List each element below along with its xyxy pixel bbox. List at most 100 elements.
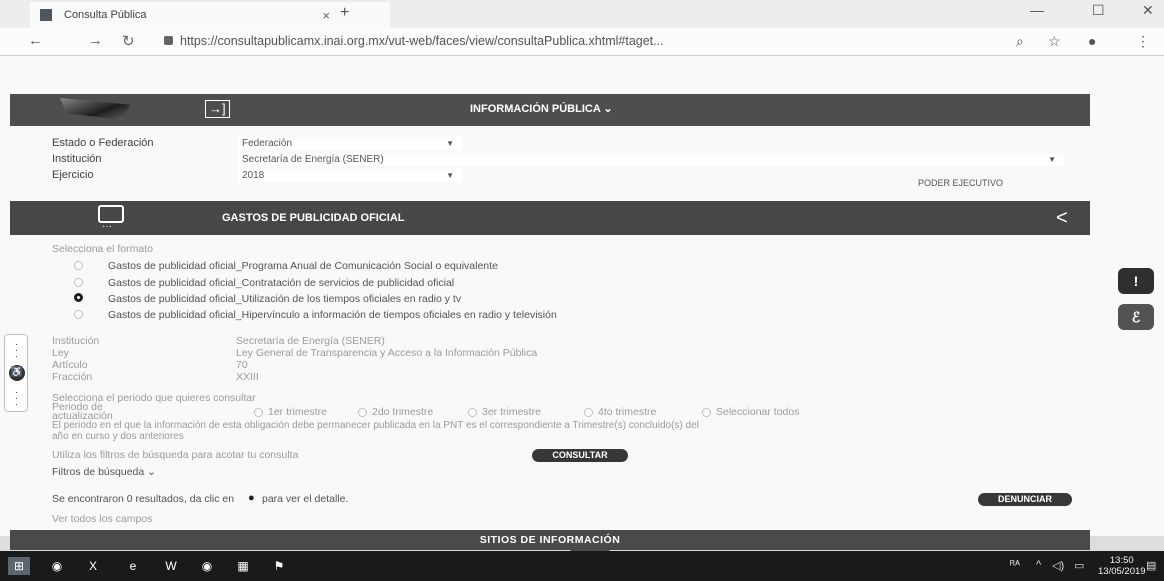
calculator-app-icon[interactable]: ▦ bbox=[232, 557, 254, 575]
acrobat-app-icon[interactable]: ⚑ bbox=[268, 557, 290, 575]
busqueda-hint: Utiliza los filtros de búsqueda para aco… bbox=[52, 449, 299, 461]
browser-tab[interactable]: Consulta Pública × bbox=[30, 2, 390, 28]
ejercicio-select-value: 2018 bbox=[242, 170, 265, 181]
address-bar: ← → ↻ https://consultapublicamx.inai.org… bbox=[0, 28, 1164, 56]
institucion-select[interactable]: Secretaría de Energía (SENER) ▼ bbox=[238, 153, 1064, 166]
formato-radio-3[interactable] bbox=[74, 293, 83, 302]
estado-select-value: Federación bbox=[242, 138, 293, 149]
det-ley-label: Ley bbox=[52, 347, 69, 359]
word-app-icon[interactable]: W bbox=[160, 557, 182, 575]
chrome-app-icon-2[interactable]: ◉ bbox=[196, 557, 218, 575]
caret-down-icon: ▼ bbox=[446, 139, 454, 148]
periodo-radio-1[interactable] bbox=[254, 408, 263, 417]
det-fraccion-label: Fracción bbox=[52, 371, 93, 383]
dots-icon: · · · bbox=[15, 339, 18, 361]
det-fraccion-value: XXIII bbox=[236, 371, 259, 383]
site-header: →] INFORMACIÓN PÚBLICA ⌄ bbox=[10, 94, 1090, 126]
ver-todos-campos-link[interactable]: Ver todos los campos bbox=[52, 513, 152, 525]
excel-app-icon[interactable]: X bbox=[82, 557, 104, 575]
formato-radio-1[interactable] bbox=[74, 261, 83, 270]
login-icon[interactable]: →] bbox=[205, 100, 230, 118]
periodo-radio-all[interactable] bbox=[702, 408, 711, 417]
language-indicator[interactable]: ᴿᴬ bbox=[1010, 559, 1020, 571]
site-favicon-icon bbox=[40, 9, 52, 21]
det-institucion-label: Institución bbox=[52, 335, 100, 347]
network-icon[interactable]: ▭ bbox=[1074, 559, 1084, 572]
estado-label: Estado o Federación bbox=[52, 137, 154, 149]
institucion-label: Institución bbox=[52, 153, 102, 165]
browser-tab-bar: Consulta Pública × + — ☐ ✕ bbox=[0, 0, 1164, 28]
forward-arrow-icon[interactable]: → bbox=[88, 32, 103, 49]
maximize-button[interactable]: ☐ bbox=[1092, 2, 1105, 19]
caret-down-icon: ▼ bbox=[446, 171, 454, 180]
chat-icon bbox=[98, 205, 124, 232]
taskbar-clock[interactable]: 13:50 13/05/2019 bbox=[1098, 555, 1146, 577]
tray-chevron-icon[interactable]: ^ bbox=[1036, 559, 1041, 571]
filtros-busqueda-toggle[interactable]: Filtros de búsqueda ⌄ bbox=[52, 466, 156, 478]
clock-time: 13:50 bbox=[1109, 555, 1134, 566]
zoom-icon[interactable]: ⌕ bbox=[1016, 33, 1024, 50]
accessibility-ear-icon[interactable]: ℰ bbox=[1118, 304, 1154, 330]
ejercicio-label: Ejercicio bbox=[52, 169, 94, 181]
formato-option-2[interactable]: Gastos de publicidad oficial_Contratació… bbox=[108, 277, 454, 289]
reload-icon[interactable]: ↻ bbox=[122, 32, 135, 50]
dots-icon: · · · bbox=[15, 387, 18, 409]
edge-app-icon[interactable]: e bbox=[122, 557, 144, 575]
url-field[interactable]: https://consultapublicamx.inai.org.mx/vu… bbox=[180, 34, 664, 48]
periodo-note-1: El periodo en el que la información de e… bbox=[52, 420, 699, 431]
periodo-radio-2[interactable] bbox=[358, 408, 367, 417]
det-institucion-value: Secretaría de Energía (SENER) bbox=[236, 335, 385, 347]
det-articulo-value: 70 bbox=[236, 359, 248, 371]
tab-close-icon[interactable]: × bbox=[322, 8, 330, 23]
clock-date: 13/05/2019 bbox=[1098, 566, 1146, 577]
results-text-after: para ver el detalle. bbox=[262, 493, 349, 505]
new-tab-button[interactable]: + bbox=[340, 4, 349, 22]
periodo-radio-3[interactable] bbox=[468, 408, 477, 417]
formato-label: Selecciona el formato bbox=[52, 243, 153, 255]
info-icon: ● bbox=[248, 492, 255, 504]
bookmark-star-icon[interactable]: ☆ bbox=[1048, 33, 1061, 50]
section-title: GASTOS DE PUBLICIDAD OFICIAL bbox=[222, 212, 405, 224]
periodo-option-1[interactable]: 1er trimestre bbox=[268, 406, 327, 418]
informacion-publica-menu[interactable]: INFORMACIÓN PÚBLICA ⌄ bbox=[470, 102, 613, 115]
notifications-icon[interactable]: ▤ bbox=[1146, 559, 1156, 572]
sitios-bar: SITIOS DE INFORMACIÓN bbox=[10, 530, 1090, 550]
consultar-button[interactable]: CONSULTAR bbox=[532, 449, 628, 462]
formato-option-1[interactable]: Gastos de publicidad oficial_Programa An… bbox=[108, 260, 498, 272]
periodo-option-3[interactable]: 3er trimestre bbox=[482, 406, 541, 418]
formato-radio-4[interactable] bbox=[74, 310, 83, 319]
minimize-button[interactable]: — bbox=[1030, 2, 1044, 18]
accessibility-widget[interactable]: · · · ♿ · · · bbox=[4, 334, 28, 412]
share-icon[interactable]: < bbox=[1056, 207, 1068, 230]
chrome-app-icon[interactable]: ◉ bbox=[46, 557, 68, 575]
volume-icon[interactable]: ◁) bbox=[1052, 559, 1064, 572]
accessibility-person-icon[interactable]: ♿ bbox=[9, 365, 25, 381]
formato-option-3[interactable]: Gastos de publicidad oficial_Utilización… bbox=[108, 293, 461, 305]
sitios-title: SITIOS DE INFORMACIÓN bbox=[479, 534, 621, 546]
browser-menu-icon[interactable]: ⋮ bbox=[1136, 33, 1150, 50]
windows-taskbar: ⊞ ◉ X e W ◉ ▦ ⚑ ᴿᴬ ^ ◁) ▭ 13:50 13/05/20… bbox=[0, 551, 1164, 581]
ejercicio-select[interactable]: 2018 ▼ bbox=[238, 169, 462, 182]
formato-option-4[interactable]: Gastos de publicidad oficial_Hipervíncul… bbox=[108, 309, 557, 321]
page-content: →] INFORMACIÓN PÚBLICA ⌄ Estado o Federa… bbox=[0, 56, 1164, 558]
periodo-option-2[interactable]: 2do trimestre bbox=[372, 406, 433, 418]
pnt-logo[interactable] bbox=[60, 98, 130, 120]
lock-icon bbox=[164, 36, 173, 45]
results-text-before: Se encontraron 0 resultados, da clic en bbox=[52, 493, 235, 505]
periodo-option-4[interactable]: 4to trimestre bbox=[598, 406, 656, 418]
denunciar-button[interactable]: DENUNCIAR bbox=[978, 493, 1072, 506]
estado-select[interactable]: Federación ▼ bbox=[238, 137, 462, 150]
periodo-note-2: año en curso y dos anteriores bbox=[52, 431, 184, 442]
periodo-radio-4[interactable] bbox=[584, 408, 593, 417]
section-header: GASTOS DE PUBLICIDAD OFICIAL < bbox=[10, 201, 1090, 235]
start-button-icon[interactable]: ⊞ bbox=[8, 557, 30, 575]
det-articulo-label: Artículo bbox=[52, 359, 88, 371]
caret-down-icon: ▼ bbox=[1048, 155, 1056, 164]
formato-radio-2[interactable] bbox=[74, 278, 83, 287]
periodo-option-all[interactable]: Seleccionar todos bbox=[716, 406, 799, 418]
poder-label: PODER EJECUTIVO bbox=[918, 178, 1004, 188]
close-window-button[interactable]: ✕ bbox=[1142, 2, 1154, 19]
alert-icon[interactable]: ! bbox=[1118, 268, 1154, 294]
back-arrow-icon[interactable]: ← bbox=[28, 32, 43, 49]
profile-icon[interactable]: ● bbox=[1088, 33, 1096, 49]
